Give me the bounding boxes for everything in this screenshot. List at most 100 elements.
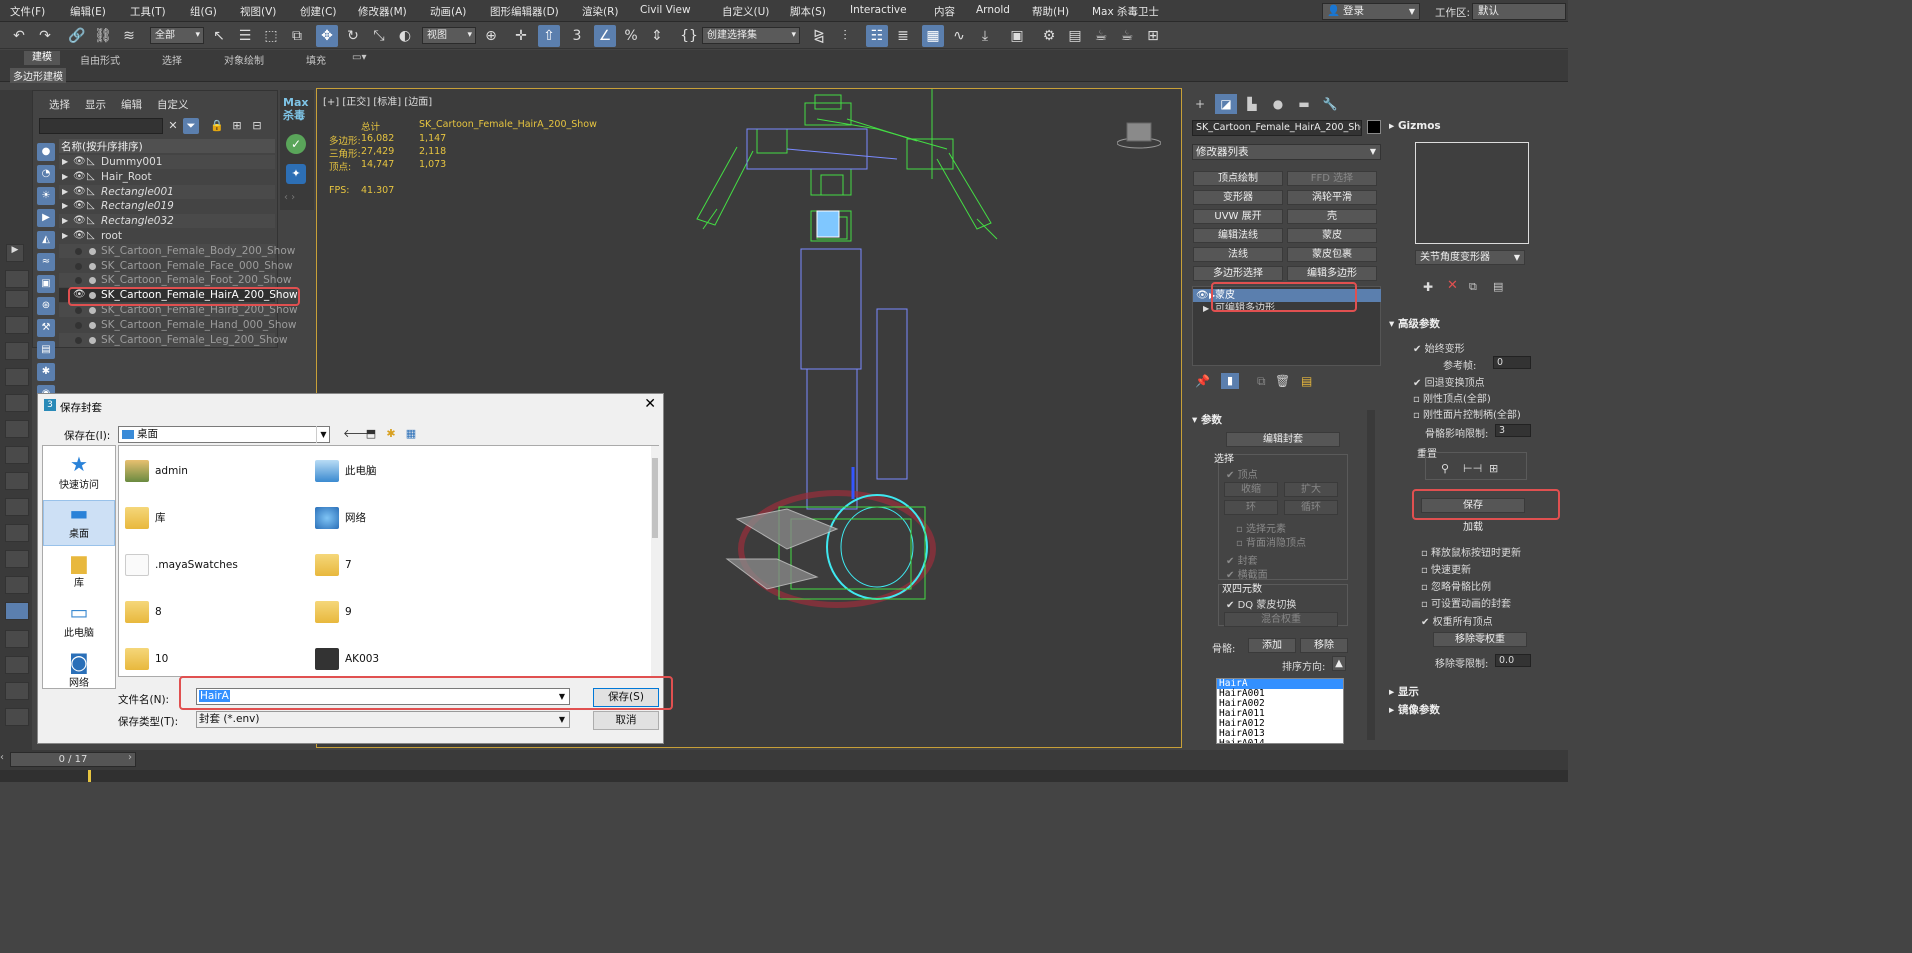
menu-item-3[interactable]: 组(G) — [190, 4, 217, 19]
workspace-select[interactable]: 默认 — [1472, 3, 1566, 20]
layer-explorer-icon[interactable]: ≣ — [892, 25, 914, 47]
command-panel-scrollbar[interactable] — [1367, 410, 1375, 740]
close-icon[interactable]: ✕ — [644, 396, 656, 412]
select-by-name-icon[interactable]: ☰ — [234, 25, 256, 47]
viewport-layout-15[interactable] — [5, 656, 29, 674]
file-item[interactable]: admin — [125, 458, 188, 484]
file-item[interactable]: 7 — [315, 552, 352, 578]
tab-selection[interactable]: 选择 — [162, 52, 182, 67]
hierarchy-tab-icon[interactable]: ▙ — [1241, 94, 1263, 114]
viewport-layout-9[interactable] — [5, 472, 29, 490]
back-transform-checkbox[interactable]: ✔ 回退变换顶点 — [1413, 374, 1485, 389]
angle-snap-icon[interactable]: ∠ — [594, 25, 616, 47]
scene-object-row[interactable]: SK_Cartoon_Female_Leg_200_Show — [59, 332, 288, 347]
menu-item-2[interactable]: 工具(T) — [130, 4, 166, 19]
xref-filter-icon[interactable]: ⊛ — [37, 297, 55, 315]
shape-filter-icon[interactable]: ◔ — [37, 165, 55, 183]
remove-zero-weights-button[interactable]: 移除零权重 — [1433, 632, 1527, 647]
bone-list[interactable]: HairA HairA001 HairA002 HairA011 HairA012 Hai… — [1216, 678, 1344, 744]
viewport-layout-14[interactable] — [5, 630, 29, 648]
show-end-result-icon[interactable]: ▮ — [1221, 373, 1239, 389]
material-editor-icon[interactable]: ▣ — [1006, 25, 1028, 47]
time-slider[interactable]: 0 / 17 — [10, 752, 136, 767]
keyboard-shortcut-icon[interactable]: ⇧ — [538, 25, 560, 47]
modifier-button[interactable]: 编辑法线 — [1193, 228, 1283, 243]
viewport-layout-6[interactable] — [5, 394, 29, 412]
percent-snap-icon[interactable]: % — [620, 25, 642, 47]
file-item[interactable]: 此电脑 — [315, 458, 377, 484]
modifier-button[interactable]: 编辑多边形 — [1287, 266, 1377, 281]
cancel-button[interactable]: 取消 — [593, 711, 659, 730]
viewport-layout-8[interactable] — [5, 446, 29, 464]
helper-filter-icon[interactable]: ◭ — [37, 231, 55, 249]
expand-arrow-icon[interactable]: ▶ — [6, 244, 24, 262]
window-crossing-icon[interactable]: ⧉ — [286, 25, 308, 47]
scene-explorer-icon[interactable]: ☷ — [866, 25, 888, 47]
remove-bone-button[interactable]: 移除 — [1300, 638, 1348, 653]
dq-toggle-checkbox[interactable]: ✔ DQ 蒙皮切换 — [1226, 596, 1296, 611]
scene-object-row[interactable]: ▶ 👁 ◺ Dummy001 — [59, 155, 275, 169]
mirror-icon[interactable]: ⧎ — [808, 25, 830, 47]
motion-tab-icon[interactable]: ● — [1267, 94, 1289, 114]
viewport-layout-13[interactable] — [5, 576, 29, 594]
back-icon[interactable]: 🡐 — [343, 426, 373, 442]
file-item[interactable]: 9 — [315, 599, 352, 625]
viewport-layout-active[interactable] — [5, 602, 29, 620]
new-folder-icon[interactable]: ✱ — [383, 426, 399, 442]
redo-icon[interactable]: ↷ — [34, 25, 56, 47]
bone-limit-spinner[interactable]: 3 — [1495, 424, 1531, 437]
ribbon-toggle-icon[interactable]: ▦ — [922, 25, 944, 47]
configure-sets-icon[interactable]: ▤ — [1301, 374, 1312, 388]
menu-item-10[interactable]: Civil View — [640, 4, 691, 16]
file-item[interactable]: 8 — [125, 599, 162, 625]
shrink-button[interactable]: 收缩 — [1224, 482, 1278, 497]
adv-load-button[interactable]: 加载 — [1421, 521, 1525, 536]
hidden-eye-icon[interactable] — [75, 277, 82, 285]
ring-button[interactable]: 环 — [1224, 500, 1278, 515]
nav-arrows-icon[interactable]: ‹ › — [284, 192, 295, 203]
menu-item-9[interactable]: 渲染(R) — [582, 4, 619, 19]
se-menu-customize[interactable]: 自定义 — [157, 97, 189, 112]
create-tab-icon[interactable]: + — [1189, 94, 1211, 114]
sort-ascending-icon[interactable]: ▲ — [1332, 656, 1346, 671]
viewcube[interactable] — [1116, 119, 1162, 149]
menu-item-16[interactable]: 帮助(H) — [1032, 4, 1069, 19]
modifier-button[interactable]: 涡轮平滑 — [1287, 190, 1377, 205]
protect-icon[interactable]: ✦ — [286, 164, 306, 184]
spinner-snap-icon[interactable]: ⇕ — [646, 25, 668, 47]
tab-freeform[interactable]: 自由形式 — [80, 52, 120, 67]
gizmos-title[interactable]: ▸ Gizmos — [1389, 120, 1441, 132]
tab-object-paint[interactable]: 对象绘制 — [224, 52, 264, 67]
move-icon[interactable]: ✥ — [316, 25, 338, 47]
shield-check-icon[interactable]: ✓ — [286, 134, 306, 154]
polygon-modeling-label[interactable]: 多边形建模 — [10, 68, 66, 83]
viewport-layout-11[interactable] — [5, 524, 29, 542]
modifier-button[interactable]: 蒙皮包裹 — [1287, 247, 1377, 262]
rigid-patch-checkbox[interactable]: ▫ 刚性面片控制柄(全部) — [1413, 406, 1521, 421]
se-search-input[interactable] — [39, 118, 163, 134]
eye-icon[interactable]: 👁 — [73, 199, 86, 213]
paste-gizmo-icon[interactable]: ▤ — [1493, 280, 1503, 293]
filetype-select[interactable]: 封套 (*.env) ▼ — [196, 711, 570, 728]
modifier-button[interactable]: 法线 — [1193, 247, 1283, 262]
frozen-filter-icon[interactable]: ✱ — [37, 363, 55, 381]
envelope-checkbox[interactable]: ✔ 封套 — [1226, 552, 1258, 567]
viewport-layout-2[interactable] — [5, 290, 29, 308]
file-item[interactable]: 网络 — [315, 505, 366, 531]
scroll-thumb[interactable] — [652, 458, 658, 538]
rect-selection-icon[interactable]: ⬚ — [260, 25, 282, 47]
container-filter-icon[interactable]: ▤ — [37, 341, 55, 359]
menu-item-4[interactable]: 视图(V) — [240, 4, 276, 19]
viewport-layout-7[interactable] — [5, 420, 29, 438]
menu-item-0[interactable]: 文件(F) — [10, 4, 45, 19]
menu-item-12[interactable]: 脚本(S) — [790, 4, 826, 19]
rotate-icon[interactable]: ↻ — [342, 25, 364, 47]
weight-all-checkbox[interactable]: ✔ 权重所有顶点 — [1421, 613, 1493, 628]
menu-item-11[interactable]: 自定义(U) — [722, 4, 769, 19]
se-menu-select[interactable]: 选择 — [49, 97, 70, 112]
hidden-eye-icon[interactable] — [75, 336, 82, 344]
hidden-eye-icon[interactable] — [75, 262, 82, 270]
modifier-button[interactable]: 蒙皮 — [1287, 228, 1377, 243]
unlink-icon[interactable]: ⛓ — [92, 25, 114, 47]
scene-object-row[interactable]: ▶ 👁 ◺ Rectangle001 — [59, 184, 275, 199]
